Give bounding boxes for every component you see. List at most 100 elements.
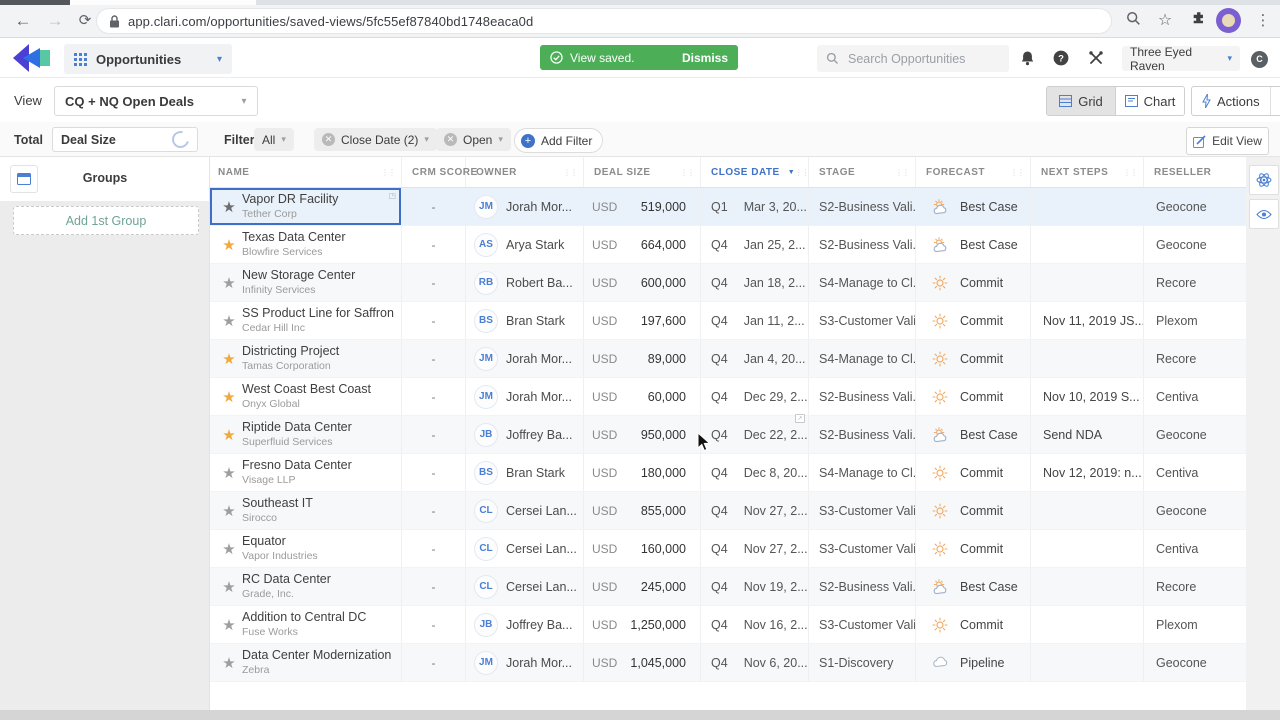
- table-row[interactable]: ★ New Storage Center Infinity Services ◳…: [210, 264, 1250, 302]
- reseller-cell[interactable]: Geocone: [1144, 416, 1250, 454]
- stage-cell[interactable]: S3-Customer Vali...: [809, 606, 916, 644]
- deal-size-cell[interactable]: USD 1,045,000: [584, 644, 701, 682]
- opportunity-name[interactable]: Fresno Data Center: [242, 458, 352, 474]
- star-icon[interactable]: ★: [216, 312, 242, 330]
- column-header-close-date[interactable]: CLOSE DATE ▼ ⋮⋮: [701, 157, 810, 187]
- column-header-name[interactable]: NAME ⋮⋮: [210, 157, 402, 187]
- actions-button[interactable]: Actions: [1192, 87, 1270, 115]
- user-menu[interactable]: Three Eyed Raven ▾: [1122, 45, 1240, 73]
- forecast-cell[interactable]: Commit: [916, 340, 1031, 378]
- table-row[interactable]: ★ Districting Project Tamas Corporation …: [210, 340, 1250, 378]
- opportunity-name[interactable]: West Coast Best Coast: [242, 382, 371, 398]
- owner-cell[interactable]: JM Jorah Mor...: [466, 340, 584, 378]
- reseller-cell[interactable]: Geocone: [1144, 226, 1250, 264]
- close-date-cell[interactable]: Q4 Nov 27, 2...: [701, 530, 809, 568]
- total-field-select[interactable]: Deal Size: [52, 127, 198, 152]
- opportunity-name[interactable]: New Storage Center: [242, 268, 355, 284]
- notifications-bell-icon[interactable]: [1020, 50, 1035, 71]
- chat-icon[interactable]: C: [1251, 51, 1268, 68]
- stage-cell[interactable]: S3-Customer Vali...: [809, 492, 916, 530]
- column-header-stage[interactable]: STAGE ⋮⋮: [809, 157, 916, 187]
- forecast-cell[interactable]: Commit: [916, 454, 1031, 492]
- name-cell[interactable]: ★ Data Center Modernization Zebra ◳: [210, 644, 402, 682]
- opportunity-name[interactable]: Addition to Central DC: [242, 610, 366, 626]
- reseller-cell[interactable]: Recore: [1144, 568, 1250, 606]
- star-icon[interactable]: ★: [216, 540, 242, 558]
- name-cell[interactable]: ★ West Coast Best Coast Onyx Global ◳: [210, 378, 402, 416]
- owner-cell[interactable]: JB Joffrey Ba...: [466, 606, 584, 644]
- next-steps-cell[interactable]: Nov 11, 2019 JS...: [1031, 302, 1144, 340]
- deal-size-cell[interactable]: USD 160,000: [584, 530, 701, 568]
- owner-cell[interactable]: CL Cersei Lan...: [466, 568, 584, 606]
- name-cell[interactable]: ★ Texas Data Center Blowfire Services ◳: [210, 226, 402, 264]
- opportunity-name[interactable]: SS Product Line for Saffron: [242, 306, 394, 322]
- reseller-cell[interactable]: Centiva: [1144, 530, 1250, 568]
- expand-icon[interactable]: ◳: [388, 191, 396, 200]
- search-input[interactable]: [846, 50, 1000, 67]
- name-cell[interactable]: ★ New Storage Center Infinity Services ◳: [210, 264, 402, 302]
- opportunity-name[interactable]: Data Center Modernization: [242, 648, 391, 664]
- forecast-cell[interactable]: Best Case: [916, 188, 1031, 226]
- star-icon[interactable]: ★: [216, 426, 242, 444]
- deal-size-cell[interactable]: USD 1,250,000: [584, 606, 701, 644]
- deal-size-cell[interactable]: USD 180,000: [584, 454, 701, 492]
- forecast-cell[interactable]: Best Case: [916, 416, 1031, 454]
- filter-open-pill[interactable]: ✕ Open ▾: [436, 128, 511, 151]
- next-steps-cell[interactable]: [1031, 226, 1144, 264]
- admin-tools-icon[interactable]: [1088, 50, 1104, 71]
- forecast-cell[interactable]: Commit: [916, 378, 1031, 416]
- close-date-cell[interactable]: Q4 Dec 29, 2...: [701, 378, 809, 416]
- star-icon[interactable]: ★: [216, 236, 242, 254]
- column-header-next-steps[interactable]: NEXT STEPS ⋮⋮: [1031, 157, 1144, 187]
- opportunity-name[interactable]: Riptide Data Center: [242, 420, 352, 436]
- insights-button[interactable]: [1249, 165, 1279, 195]
- column-header-reseller[interactable]: RESELLER: [1144, 157, 1250, 187]
- back-icon[interactable]: ←: [10, 8, 36, 34]
- next-steps-cell[interactable]: [1031, 568, 1144, 606]
- star-icon[interactable]: ★: [216, 464, 242, 482]
- search-opportunities-box[interactable]: [817, 45, 1009, 72]
- close-date-cell[interactable]: Q4 Nov 19, 2...: [701, 568, 809, 606]
- name-cell[interactable]: ★ Southeast IT Sirocco ◳: [210, 492, 402, 530]
- opportunity-name[interactable]: Southeast IT: [242, 496, 313, 512]
- table-row[interactable]: ★ SS Product Line for Saffron Cedar Hill…: [210, 302, 1250, 340]
- column-drag-handle[interactable]: ⋮⋮: [1010, 168, 1025, 177]
- remove-filter-icon[interactable]: ✕: [444, 133, 457, 146]
- star-icon[interactable]: ★: [216, 350, 242, 368]
- forecast-cell[interactable]: Best Case: [916, 568, 1031, 606]
- next-steps-cell[interactable]: [1031, 606, 1144, 644]
- reseller-cell[interactable]: Recore: [1144, 264, 1250, 302]
- column-header-owner[interactable]: OWNER ⋮⋮: [466, 157, 584, 187]
- deal-size-cell[interactable]: USD 950,000: [584, 416, 701, 454]
- close-date-cell[interactable]: Q4 Dec 8, 20...: [701, 454, 809, 492]
- close-date-cell[interactable]: Q4 Dec 22, 2...: [701, 416, 809, 454]
- stage-cell[interactable]: S3-Customer Vali...: [809, 530, 916, 568]
- filter-all-pill[interactable]: All ▾: [254, 128, 294, 151]
- star-icon[interactable]: ★: [216, 578, 242, 596]
- name-cell[interactable]: ★ SS Product Line for Saffron Cedar Hill…: [210, 302, 402, 340]
- next-steps-cell[interactable]: [1031, 264, 1144, 302]
- close-date-cell[interactable]: Q4 Jan 11, 2...: [701, 302, 809, 340]
- owner-cell[interactable]: BS Bran Stark: [466, 302, 584, 340]
- stage-cell[interactable]: S2-Business Vali...: [809, 226, 916, 264]
- table-row[interactable]: ★ Equator Vapor Industries ◳ - CL Cersei…: [210, 530, 1250, 568]
- reseller-cell[interactable]: Centiva: [1144, 454, 1250, 492]
- column-drag-handle[interactable]: ⋮⋮: [680, 168, 695, 177]
- filter-close-date-pill[interactable]: ✕ Close Date (2) ▾: [314, 128, 437, 151]
- reseller-cell[interactable]: Geocone: [1144, 188, 1250, 226]
- star-icon[interactable]: ★: [216, 616, 242, 634]
- open-row-icon[interactable]: ↗: [795, 414, 805, 423]
- next-steps-cell[interactable]: [1031, 644, 1144, 682]
- close-date-cell[interactable]: Q4 Nov 6, 20...: [701, 644, 809, 682]
- watch-button[interactable]: [1249, 199, 1279, 229]
- column-header-forecast[interactable]: FORECAST ⋮⋮: [916, 157, 1031, 187]
- owner-cell[interactable]: CL Cersei Lan...: [466, 530, 584, 568]
- column-drag-handle[interactable]: ⋮⋮: [563, 168, 578, 177]
- close-date-cell[interactable]: Q4 Jan 25, 2...: [701, 226, 809, 264]
- next-steps-cell[interactable]: Nov 12, 2019: n...: [1031, 454, 1144, 492]
- table-row[interactable]: ★ Texas Data Center Blowfire Services ◳ …: [210, 226, 1250, 264]
- next-steps-cell[interactable]: [1031, 492, 1144, 530]
- forecast-cell[interactable]: Commit: [916, 264, 1031, 302]
- column-header-crm-score[interactable]: CRM SCORE: [402, 157, 477, 187]
- opportunity-name[interactable]: Equator: [242, 534, 318, 550]
